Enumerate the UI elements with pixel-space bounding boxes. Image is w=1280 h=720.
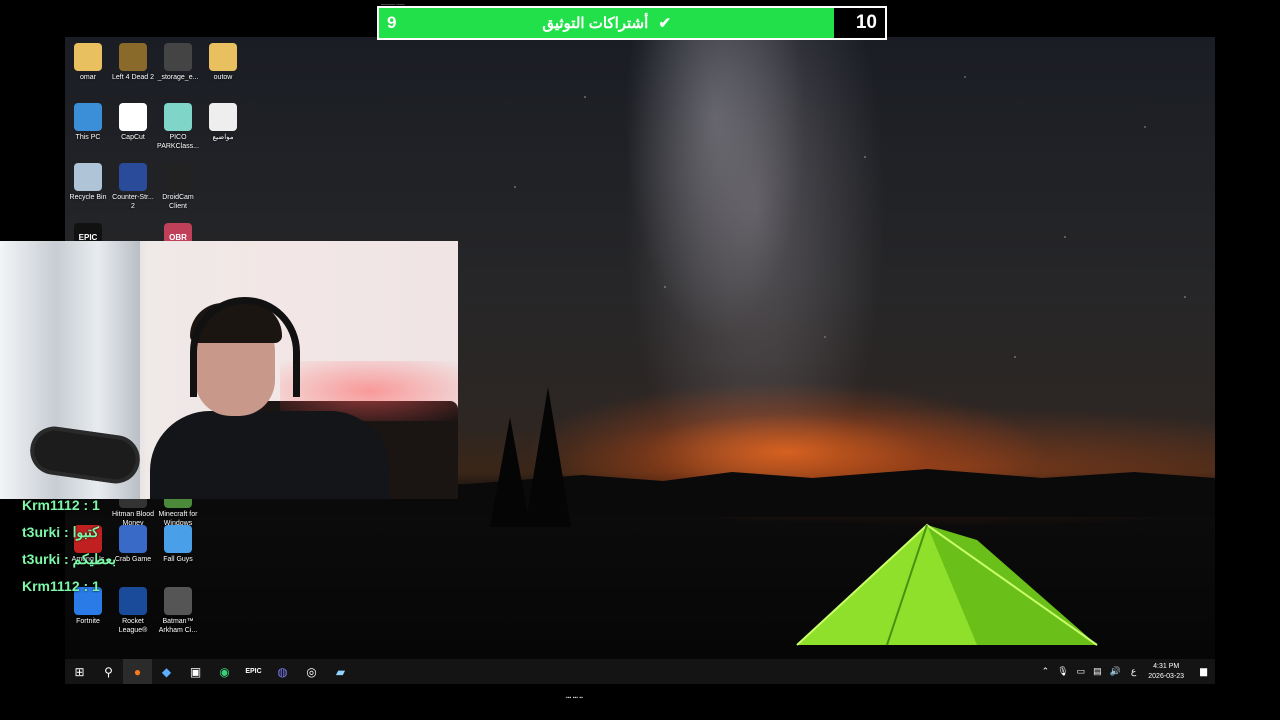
desktop-icon[interactable]: outow: [200, 43, 246, 82]
computer-icon: [74, 103, 102, 131]
desktop-icon-label: Crab Game: [114, 556, 152, 563]
camera-icon: [164, 163, 192, 191]
desktop-icon-label: outow: [213, 74, 233, 81]
desktop-icon-label: DroidCam Client: [162, 194, 194, 210]
desktop-icon-label: Fall Guys: [163, 556, 193, 563]
desktop-icon[interactable]: Batman™ Arkham Ci...: [155, 587, 201, 635]
ubisoft-icon[interactable]: ◉: [210, 659, 239, 684]
desktop-icon[interactable]: Recycle Bin: [65, 163, 111, 202]
notification-icon[interactable]: ▆: [1200, 666, 1207, 677]
desktop-icon-label: _storage_e...: [157, 74, 199, 81]
desktop-icon-label: Recycle Bin: [69, 194, 107, 201]
system-tray: ⌃ 🎙 ▭ ▤ 🔊 ع 4:31 PM 2026-03-23 ▆: [1038, 659, 1215, 684]
chat-message: t3urki : بعطيكم: [22, 551, 116, 567]
user-folder-icon: [74, 43, 102, 71]
desktop-icon[interactable]: PICO PARKClass...: [155, 103, 201, 151]
desktop-icon-label: Rocket League®: [118, 618, 148, 634]
chat-message: Krm1112 : 1: [22, 497, 100, 513]
clock[interactable]: 4:31 PM 2026-03-23: [1148, 662, 1184, 682]
store-icon[interactable]: ▣: [181, 659, 210, 684]
desktop-icon-label: Counter-Str... 2: [112, 194, 154, 210]
desktop-icon-label: مواضيع: [212, 134, 234, 141]
capcut-icon: [119, 103, 147, 131]
app-icon[interactable]: ▰: [326, 659, 355, 684]
game-icon: [164, 587, 192, 615]
desktop-icon-label: Batman™ Arkham Ci...: [158, 618, 198, 634]
chat-overlay: Krm1112 : 1 t3urki : كتبوا t3urki : بعطيكم…: [22, 492, 116, 600]
desktop-icon[interactable]: Left 4 Dead 2: [110, 43, 156, 82]
display-icon[interactable]: ▭: [1077, 666, 1086, 677]
chat-message: t3urki : كتبوا: [22, 524, 99, 540]
chat-message: Krm1112 : 1: [22, 578, 100, 594]
desktop-icon-label: PICO PARKClass...: [157, 134, 199, 150]
game-icon: [119, 587, 147, 615]
desktop-icon[interactable]: omar: [65, 43, 111, 82]
search-icon[interactable]: ⚲: [94, 659, 123, 684]
subscription-goal-bar: 9 أشتراكات التوثيق ✔ 10: [377, 6, 887, 40]
firefox-icon[interactable]: ●: [123, 659, 152, 684]
goal-label: أشتراكات التوثيق: [542, 15, 649, 32]
desktop-icon[interactable]: CapCut: [110, 103, 156, 142]
desktop-icon[interactable]: Rocket League®: [110, 587, 156, 635]
start-icon[interactable]: ⊞: [65, 659, 94, 684]
network-icon[interactable]: ▤: [1093, 666, 1102, 677]
obs-icon[interactable]: ◎: [297, 659, 326, 684]
check-icon: ✔: [658, 15, 672, 32]
goal-target-count: 10: [855, 12, 877, 33]
desktop-icon[interactable]: Fall Guys: [155, 525, 201, 564]
tent-illustration: [796, 523, 1098, 646]
webcam-overlay: [0, 241, 458, 499]
desktop-icon[interactable]: Crab Game: [110, 525, 156, 564]
desktop-icon-label: CapCut: [121, 134, 145, 141]
streamer-body: [150, 411, 390, 499]
copilot-icon[interactable]: ◆: [152, 659, 181, 684]
desktop-icon[interactable]: This PC: [65, 103, 111, 142]
goal-progress-fill: 9 أشتراكات التوثيق ✔: [379, 8, 835, 38]
desktop-icon[interactable]: _storage_e...: [155, 43, 201, 82]
chevron-up-icon[interactable]: ⌃: [1042, 666, 1050, 677]
clock-date: 2026-03-23: [1148, 672, 1185, 680]
game-icon: [119, 163, 147, 191]
recycle-bin-icon: [74, 163, 102, 191]
epic-icon[interactable]: EPIC: [239, 659, 268, 684]
language-indicator[interactable]: ع: [1131, 666, 1136, 677]
game-icon: [164, 525, 192, 553]
headphones: [190, 297, 300, 397]
clock-time: 4:31 PM: [1153, 662, 1180, 670]
desktop-icon[interactable]: مواضيع: [200, 103, 246, 142]
folder-icon: [209, 43, 237, 71]
desktop-icon-label: Left 4 Dead 2: [111, 74, 155, 81]
desktop-icon[interactable]: Counter-Str... 2: [110, 163, 156, 211]
file-icon: [164, 43, 192, 71]
bottom-caption: ▪▪▪ ▪▪▪ ▪▪: [566, 695, 583, 701]
discord-icon[interactable]: ◍: [268, 659, 297, 684]
taskbar: ⊞ ⚲ ● ◆ ▣ ◉ EPIC ◍ ◎ ▰ ⌃ 🎙 ▭ ▤ 🔊 ع 4:31 …: [65, 659, 1215, 684]
desktop-icon-label: This PC: [75, 134, 101, 141]
desktop-icon[interactable]: DroidCam Client: [155, 163, 201, 211]
document-icon: [209, 103, 237, 131]
game-icon: [119, 525, 147, 553]
desktop-icon-label: omar: [80, 74, 96, 81]
volume-icon[interactable]: 🔊: [1110, 666, 1121, 677]
game-icon: [119, 43, 147, 71]
microphone-tray-icon[interactable]: 🎙: [1057, 666, 1068, 677]
desktop-icon-label: Fortnite: [76, 618, 100, 625]
game-icon: [164, 103, 192, 131]
